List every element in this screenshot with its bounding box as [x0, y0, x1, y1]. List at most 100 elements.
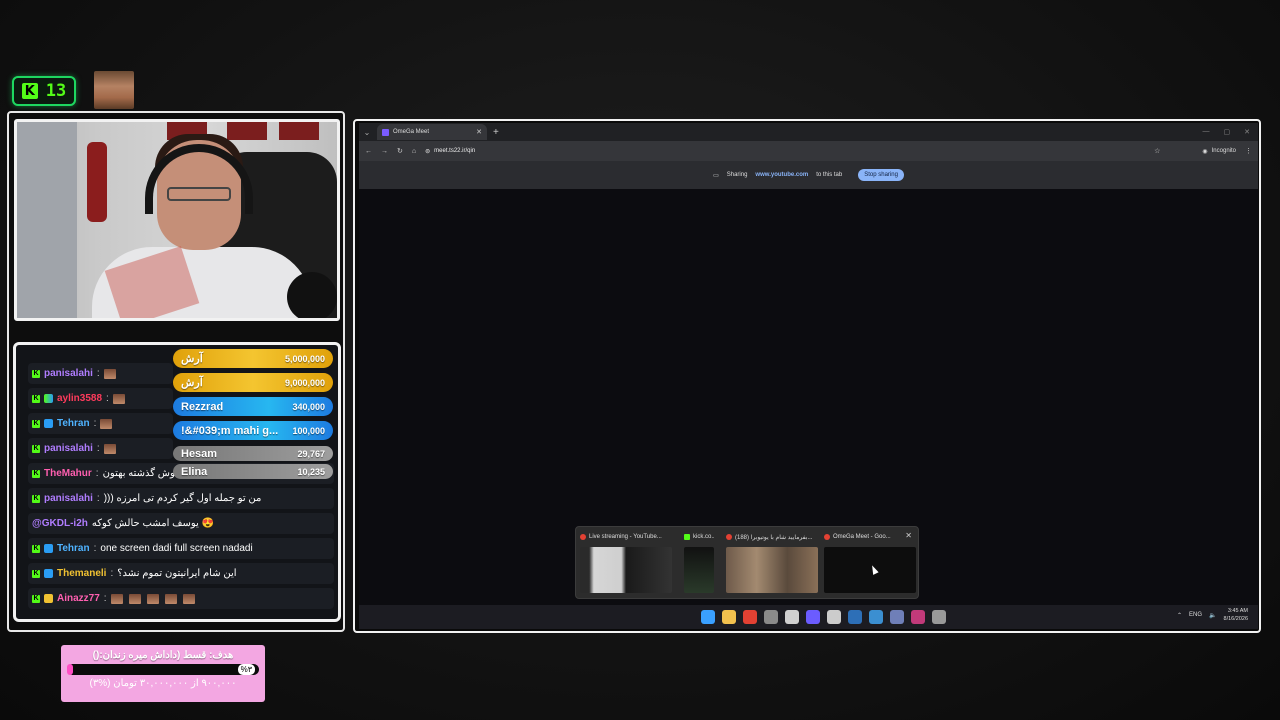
chat-emote-icon — [103, 368, 116, 379]
tab-title: OmeGa Meet — [393, 129, 430, 135]
user-badge-icon — [44, 569, 53, 578]
chat-username[interactable]: Tehran — [57, 543, 90, 554]
chat-username[interactable]: panisalahi — [44, 493, 93, 504]
chat-username[interactable]: Themaneli — [57, 568, 106, 579]
back-icon[interactable]: ← — [365, 148, 372, 155]
chat-username[interactable]: panisalahi — [44, 443, 93, 454]
shared-site-link[interactable]: www.youtube.com — [755, 172, 808, 178]
donor-name: Elina — [181, 465, 208, 478]
thumbnail-preview — [726, 547, 818, 593]
lang-indicator[interactable]: ENG — [1189, 612, 1202, 618]
chat-message: K Tehran: one screen dadi full screen nada… — [28, 538, 334, 559]
chat-username[interactable]: Ainazz77 — [57, 593, 100, 604]
chrome-icon — [824, 534, 830, 540]
donor-amount: 10,235 — [297, 466, 325, 477]
reload-icon[interactable]: ↻ — [397, 147, 403, 155]
chat-message: Kpanisalahi:))) من تو جمله اول گیر کردم … — [28, 488, 334, 509]
chat-message: Kaylin3588: — [28, 388, 173, 409]
refresh-app-icon[interactable] — [932, 610, 946, 624]
webcam-video — [14, 119, 340, 321]
chat-message: Kpanisalahi: — [28, 438, 173, 459]
thumbnail-title: kick.co... — [693, 534, 714, 540]
kick-badge-icon: K — [32, 444, 40, 453]
volume-icon[interactable]: 🔈 — [1209, 612, 1216, 619]
home-icon[interactable]: ⌂ — [412, 148, 416, 155]
url-input[interactable]: ⊜ meet.ts22.ir/qin — [425, 144, 1145, 158]
taskbar-thumbnail[interactable]: Live streaming - YouTube... — [580, 531, 672, 597]
rider-icon[interactable] — [911, 610, 925, 624]
chat-message: Kpanisalahi: — [28, 363, 173, 384]
kick-badge-icon: K — [32, 394, 40, 403]
steam-icon[interactable] — [848, 610, 862, 624]
maximize-icon[interactable]: ▢ — [1224, 128, 1231, 136]
tab-bar: ⌄ OmeGa Meet ✕ + — ▢ ✕ — [359, 123, 1258, 141]
settings-icon[interactable] — [764, 610, 778, 624]
close-window-icon[interactable]: ✕ — [1244, 128, 1250, 136]
chat-message: K Themaneli: این شام ایرانیتون تموم نشد؟ — [28, 563, 334, 584]
app-icon[interactable] — [869, 610, 883, 624]
donor-row: !&#039;m mahi g... 100,000 — [173, 421, 333, 440]
chat-username[interactable]: @GKDL-i2h — [32, 518, 88, 529]
chat-username[interactable]: Tehran — [57, 418, 90, 429]
chat-emote-icon — [128, 593, 141, 604]
goal-title: هدف: قسط (داداش میره زندان:() — [92, 650, 234, 661]
tab-search-icon[interactable]: ⌄ — [359, 128, 375, 137]
clock[interactable]: 3:45 AM 8/16/2026 — [1224, 607, 1248, 623]
file-explorer-icon[interactable] — [722, 610, 736, 624]
close-tab-icon[interactable]: ✕ — [476, 128, 482, 136]
donation-goal: هدف: قسط (داداش میره زندان:() %۳ ۹۰۰,۰۰۰… — [61, 645, 265, 702]
kick-badge-icon: K — [32, 569, 40, 578]
chat-username[interactable]: panisalahi — [44, 368, 93, 379]
stop-sharing-button[interactable]: Stop sharing — [858, 169, 904, 181]
chat-username[interactable]: TheMahur — [44, 468, 92, 479]
taskbar-thumbnail[interactable]: (188) بفرمایید شام با یوتیوبرا... — [726, 531, 818, 597]
chat-username[interactable]: aylin3588 — [57, 393, 102, 404]
capcut-icon[interactable] — [827, 610, 841, 624]
thumbnail-preview — [684, 547, 714, 593]
donor-row: Hesam 29,767 — [173, 446, 333, 461]
donor-row: Elina 10,235 — [173, 464, 333, 479]
chat-emote-icon — [146, 593, 159, 604]
share-screen-icon: ▭ — [713, 172, 719, 179]
chrome-alt-icon[interactable] — [890, 610, 904, 624]
goal-progress-bar: %۳ — [67, 664, 259, 675]
chat-emote-icon — [164, 593, 177, 604]
chat-emote-icon — [110, 593, 123, 604]
chrome-icon[interactable] — [743, 610, 757, 624]
chrome-icon — [726, 534, 732, 540]
kick-badge-icon: K — [32, 469, 40, 478]
bookmark-star-icon[interactable]: ☆ — [1154, 147, 1160, 155]
obs-icon[interactable] — [806, 610, 820, 624]
chevron-up-icon[interactable]: ⌃ — [1177, 612, 1182, 619]
new-tab-icon[interactable]: + — [493, 127, 499, 138]
windows-taskbar: ⌃ ENG 🔈 3:45 AM 8/16/2026 — [359, 605, 1258, 629]
user-badge-icon — [44, 544, 53, 553]
donor-amount: 100,000 — [292, 425, 325, 436]
browser-tab[interactable]: OmeGa Meet ✕ — [377, 124, 487, 140]
donor-row: آرش 5,000,000 — [173, 349, 333, 368]
thumbnail-title: (188) بفرمایید شام با یوتیوبرا... — [735, 534, 813, 541]
chat-emote-icon — [112, 393, 125, 404]
thumbnail-preview — [580, 547, 672, 593]
windows-start-icon[interactable] — [701, 610, 715, 624]
site-info-icon[interactable]: ⊜ — [425, 148, 430, 155]
user-badge-icon — [44, 594, 53, 603]
thumbnail-title: OmeGa Meet - Goo... — [833, 534, 891, 540]
store-icon[interactable] — [785, 610, 799, 624]
forward-icon[interactable]: → — [381, 148, 388, 155]
chat-emote-icon — [100, 418, 113, 429]
kick-badge-icon: K — [32, 594, 40, 603]
user-badge-icon — [44, 394, 53, 403]
taskbar-thumbnail[interactable]: kick.co... — [684, 531, 714, 597]
viewer-count: 13 — [45, 81, 67, 101]
incognito-indicator[interactable]: ◉ Incognito — [1202, 148, 1236, 155]
minimize-icon[interactable]: — — [1203, 128, 1210, 136]
menu-dots-icon[interactable]: ⋮ — [1245, 147, 1252, 155]
donor-amount: 29,767 — [297, 448, 325, 459]
donor-row: Rezzrad 340,000 — [173, 397, 333, 416]
donor-name: Hesam — [181, 447, 218, 460]
site-favicon-icon — [382, 128, 389, 136]
kick-logo-icon: K — [21, 83, 38, 99]
taskbar-thumbnail[interactable]: OmeGa Meet - Goo... — [824, 531, 916, 597]
address-bar: ← → ↻ ⌂ ⊜ meet.ts22.ir/qin ☆ ◉ Incognito… — [359, 141, 1258, 161]
